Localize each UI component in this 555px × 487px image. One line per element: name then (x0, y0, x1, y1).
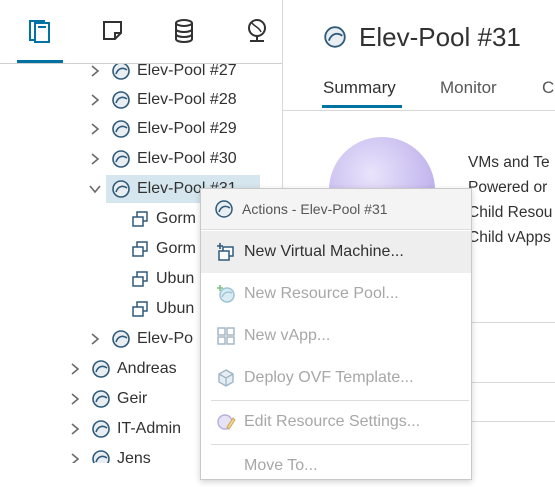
tree-node-label: IT-Admin (117, 420, 182, 437)
move-to-icon (215, 455, 237, 477)
tree-node-label: Ubun (156, 300, 195, 317)
resource-pool-icon (112, 330, 130, 348)
chevron-right-icon[interactable] (68, 392, 82, 406)
tree-node-label: Gorm (156, 240, 196, 257)
tab-storage[interactable] (159, 0, 209, 62)
tree-node-resource-pool[interactable]: Jens (68, 445, 151, 463)
menu-item-label: New vApp... (244, 327, 331, 344)
resource-pool-icon (92, 450, 110, 463)
storage-icon (175, 19, 193, 43)
tab-summary[interactable]: Summary (323, 78, 396, 98)
tab-configure[interactable]: Co (542, 78, 555, 98)
menu-item-label: Move To... (244, 457, 318, 474)
vm-icon (131, 300, 149, 318)
tab-monitor[interactable]: Monitor (440, 78, 497, 98)
active-tab-indicator (322, 105, 402, 108)
tree-node-resource-pool[interactable]: Elev-Pool #29 (88, 115, 237, 143)
menu-item-new-vapp[interactable]: New vApp... (201, 315, 471, 357)
tree-node-vm[interactable]: Ubun (131, 265, 194, 293)
resource-pool-icon (92, 390, 110, 408)
chevron-right-icon[interactable] (88, 152, 102, 166)
chevron-right-icon[interactable] (68, 422, 82, 436)
tree-node-label: Gorm (156, 210, 196, 227)
vm-icon (131, 210, 149, 228)
networking-icon (248, 19, 266, 42)
new-vapp-icon (215, 325, 237, 347)
tree-node-resource-pool[interactable]: Elev-Pool #28 (88, 86, 237, 114)
tree-node-resource-pool[interactable]: Geir (68, 385, 147, 413)
tree-node-label: Geir (117, 390, 148, 407)
tree-node-label: Elev-Pool #27 (137, 62, 237, 79)
tree-node-label: Elev-Pool #28 (137, 91, 237, 108)
tree-node-vm[interactable]: Gorm (131, 235, 196, 263)
resource-pool-icon (324, 26, 346, 53)
resource-pool-icon (112, 91, 130, 109)
navigator-tabs (0, 0, 282, 64)
tree-node-label: Andreas (117, 360, 177, 377)
page-title: Elev-Pool #31 (359, 22, 521, 52)
stat-vms-templates: VMs and Te (468, 154, 550, 171)
chevron-right-icon[interactable] (88, 332, 102, 346)
context-menu-title: Actions - Elev-Pool #31 (242, 201, 388, 217)
menu-item-move-to[interactable]: Move To... (201, 445, 471, 487)
tree-node-label: Ubun (156, 270, 195, 287)
resource-pool-icon (92, 360, 110, 378)
stat-child-resource-pools: Child Resou (468, 204, 553, 221)
stat-child-vapps: Child vApps (468, 229, 551, 246)
tab-hosts-clusters[interactable] (15, 0, 65, 63)
stat-powered-on: Powered or (468, 179, 548, 196)
menu-item-new-virtual-machine[interactable]: New Virtual Machine... (201, 231, 471, 273)
tree-node-label: Elev-Po (137, 330, 194, 347)
tab-vms-templates[interactable] (88, 0, 138, 62)
resource-pool-icon (215, 200, 233, 218)
chevron-right-icon[interactable] (88, 93, 102, 107)
resource-pool-icon (112, 150, 130, 168)
tree-node-label: Elev-Pool #29 (137, 120, 237, 137)
new-resource-pool-icon (215, 283, 237, 305)
edit-resource-settings-icon (215, 411, 237, 433)
vms-templates-icon (103, 21, 122, 40)
chevron-right-icon[interactable] (68, 452, 82, 463)
menu-item-deploy-ovf-template[interactable]: Deploy OVF Template... (201, 357, 471, 399)
menu-item-new-resource-pool[interactable]: New Resource Pool... (201, 273, 471, 315)
tree-node-resource-pool[interactable]: IT-Admin (68, 415, 181, 443)
chevron-right-icon[interactable] (68, 362, 82, 376)
new-vm-icon (215, 241, 237, 263)
resource-pool-icon (112, 180, 130, 198)
resource-pool-icon (92, 420, 110, 438)
deploy-ovf-icon (215, 367, 237, 389)
menu-item-edit-resource-settings[interactable]: Edit Resource Settings... (201, 401, 471, 443)
detail-tabs: Summary Monitor Co (283, 74, 555, 111)
chevron-right-icon[interactable] (88, 64, 102, 78)
menu-item-label: Deploy OVF Template... (244, 369, 414, 386)
tree-node-label: Elev-Pool #30 (137, 150, 237, 167)
vm-icon (131, 270, 149, 288)
tab-networking[interactable] (232, 0, 282, 62)
tree-node-label: Jens (117, 450, 151, 463)
context-menu-header: Actions - Elev-Pool #31 (201, 189, 471, 230)
hosts-clusters-icon (29, 20, 50, 43)
tree-node-resource-pool[interactable]: Elev-Po (88, 325, 193, 353)
menu-item-label: New Resource Pool... (244, 285, 399, 302)
menu-item-label: Edit Resource Settings... (244, 413, 421, 430)
menu-item-label: New Virtual Machine... (244, 243, 404, 260)
chevron-down-icon[interactable] (88, 182, 102, 196)
tree-node-resource-pool[interactable]: Elev-Pool #30 (88, 145, 237, 173)
chevron-right-icon[interactable] (88, 122, 102, 136)
tree-node-vm[interactable]: Gorm (131, 205, 196, 233)
vm-icon (131, 240, 149, 258)
resource-pool-icon (112, 120, 130, 138)
context-menu: Actions - Elev-Pool #31 New Virtual Mach… (200, 188, 472, 480)
resource-pool-icon (112, 62, 130, 80)
tree-node-vm[interactable]: Ubun (131, 295, 194, 323)
tree-node-resource-pool[interactable]: Andreas (68, 355, 177, 383)
